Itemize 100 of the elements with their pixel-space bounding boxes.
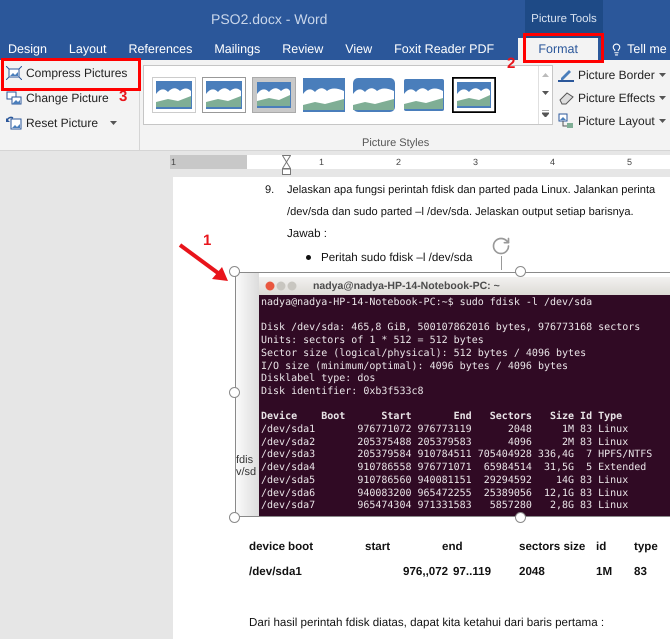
- terminal-cell-text: 7: [585, 449, 592, 462]
- paragraph-text: Dari hasil perintah fdisk diatas, dapat kita ketahui dari baris pertama :: [249, 616, 606, 629]
- terminal-line: Disklabel type: dos: [261, 373, 376, 386]
- terminal-cell-text: /dev/sda6: [261, 488, 316, 500]
- ribbon-button[interactable]: Compress Pictures: [6, 63, 128, 83]
- terminal-cell-text: 83: [579, 436, 592, 450]
- ribbon-tab[interactable]: Layout: [68, 38, 106, 60]
- ruler-number: 5: [626, 157, 632, 167]
- terminal-cell-text: 910786558: [356, 462, 412, 475]
- ribbon-button[interactable]: Change Picture: [6, 88, 109, 108]
- terminal-cell-text: 205379584: [356, 449, 412, 462]
- terminal-cell-text: 83: [579, 474, 592, 488]
- terminal-cell-text: 25389056: [482, 488, 532, 500]
- terminal-cell-text: /dev/sda5: [261, 474, 316, 488]
- ribbon-tab[interactable]: Review: [282, 38, 324, 60]
- list-number: 9.: [265, 183, 276, 198]
- terminal-cell-text: 65984514: [482, 462, 532, 475]
- terminal-cell-text: 976773119: [416, 424, 472, 437]
- table-header: end: [442, 539, 464, 555]
- tell-me-link[interactable]: Tell me: [627, 42, 667, 56]
- resize-handle[interactable]: [229, 387, 240, 398]
- table-cell-text: 1M: [596, 564, 614, 580]
- ruler-number: 2: [396, 157, 401, 167]
- annotation-number: 2: [507, 55, 516, 72]
- ribbon-tab[interactable]: Format: [518, 38, 598, 60]
- context-tab-group: Picture Tools: [525, 0, 603, 38]
- terminal-cell-text: 83: [579, 488, 592, 500]
- terminal-column-header: Id: [579, 411, 592, 424]
- terminal-column-header: End: [452, 411, 472, 424]
- ribbon-tab[interactable]: Design: [8, 38, 47, 60]
- pencil-line-icon: [558, 68, 574, 82]
- table-header: start: [365, 539, 392, 555]
- ruler-number: 1: [318, 157, 324, 167]
- ribbon-button[interactable]: Reset Picture: [6, 113, 118, 133]
- terminal-cell-text: /dev/sda2: [261, 436, 316, 449]
- more-icon[interactable]: [542, 110, 549, 117]
- ribbon-button[interactable]: Picture Border: [558, 65, 666, 85]
- annotation-number: 1: [203, 232, 212, 249]
- question-text-line: /dev/sda dan sudo parted –l /dev/sda. Jelaskan output setiap barisnya.: [287, 205, 635, 220]
- terminal-cell-text: 5: [585, 462, 592, 475]
- resize-handle[interactable]: [229, 512, 240, 523]
- resize-handle[interactable]: [229, 266, 240, 277]
- annotation-arrow: [178, 243, 230, 283]
- bullet-text: Peritah sudo fdisk –l /dev/sda: [321, 251, 472, 264]
- rotate-handle-icon[interactable]: [491, 236, 511, 256]
- table-header: boot: [288, 539, 314, 555]
- terminal-line: I/O size (minimum/optimal): 4096 bytes / 4096 bytes: [261, 360, 570, 373]
- terminal-cell-text: 83: [579, 500, 592, 513]
- group-label: Picture Styles: [362, 137, 430, 149]
- ribbon-tab[interactable]: Foxit Reader PDF: [394, 38, 494, 60]
- indent-marker-icon[interactable]: [282, 155, 291, 175]
- ribbon-tab[interactable]: References: [128, 38, 192, 60]
- annotation-number: 3: [119, 88, 128, 105]
- terminal-cell-text: 5857280: [488, 500, 532, 513]
- terminal-line: Disk /dev/sda: 465,8 GiB, 500107862016 bytes, 976773168 sectors: [261, 322, 642, 335]
- terminal-cell-text: 29294592: [482, 474, 532, 488]
- compress-icon: [6, 66, 22, 80]
- terminal-cell-text: Linux: [597, 474, 630, 488]
- terminal-column-header: Device: [261, 411, 298, 424]
- terminal-cell-text: 2M: [561, 436, 574, 450]
- terminal-cell-text: 940083200: [356, 488, 412, 500]
- ribbon-tab[interactable]: Mailings: [214, 38, 260, 60]
- lightbulb-icon: [610, 42, 624, 56]
- terminal-cell-text: Linux: [597, 488, 630, 500]
- ribbon-tab[interactable]: View: [345, 38, 372, 60]
- terminal-cell-text: 2,8G: [548, 500, 574, 513]
- ruler-number: 1: [171, 157, 176, 167]
- terminal-cell-text: 205375488: [356, 436, 412, 450]
- terminal-cell-text: 1M: [561, 424, 574, 437]
- terminal-line: Sector size (logical/physical): 512 bytes / 4096 bytes: [261, 348, 588, 360]
- terminal-cell-text: 971331583: [416, 500, 472, 513]
- table-header: type: [634, 539, 659, 555]
- table-cell-text: 2048: [519, 564, 546, 580]
- table-header: id: [596, 539, 608, 555]
- terminal-cell-text: 12,1G: [542, 488, 574, 500]
- terminal-line: Disk identifier: 0xb3f533c8: [261, 386, 425, 399]
- terminal-cell-text: 940081151: [416, 474, 472, 488]
- window-controls-icon: [265, 281, 299, 291]
- terminal-column-header: Start: [380, 411, 412, 424]
- terminal-cell-text: 965474304: [356, 500, 412, 513]
- terminal-column-header: Size: [548, 411, 574, 424]
- terminal-cell-text: 976771072: [356, 424, 412, 437]
- scroll-down-icon[interactable]: [542, 91, 549, 96]
- terminal-cell-text: /dev/sda3: [261, 449, 316, 462]
- terminal-cell-text: 31,5G: [542, 462, 574, 475]
- eraser-icon: [558, 91, 574, 105]
- table-cell-text: 976,,072: [403, 564, 450, 580]
- ribbon-button[interactable]: Picture Effects: [558, 88, 666, 108]
- table-cell-text: 97..119: [453, 564, 492, 580]
- ruler-number: 4: [550, 157, 555, 167]
- table-header: sectors size: [519, 539, 586, 555]
- ruler-number: 3: [472, 157, 478, 167]
- bullet-icon: [306, 255, 311, 260]
- terminal-cell-text: Linux: [597, 424, 630, 437]
- picture-style-icon[interactable]: [452, 77, 496, 113]
- answer-label: Jawab :: [287, 227, 327, 240]
- resize-handle[interactable]: [515, 512, 526, 523]
- terminal-cell-text: /dev/sda4: [261, 462, 316, 475]
- resize-handle[interactable]: [515, 266, 526, 277]
- ribbon-button[interactable]: Picture Layout: [558, 111, 666, 131]
